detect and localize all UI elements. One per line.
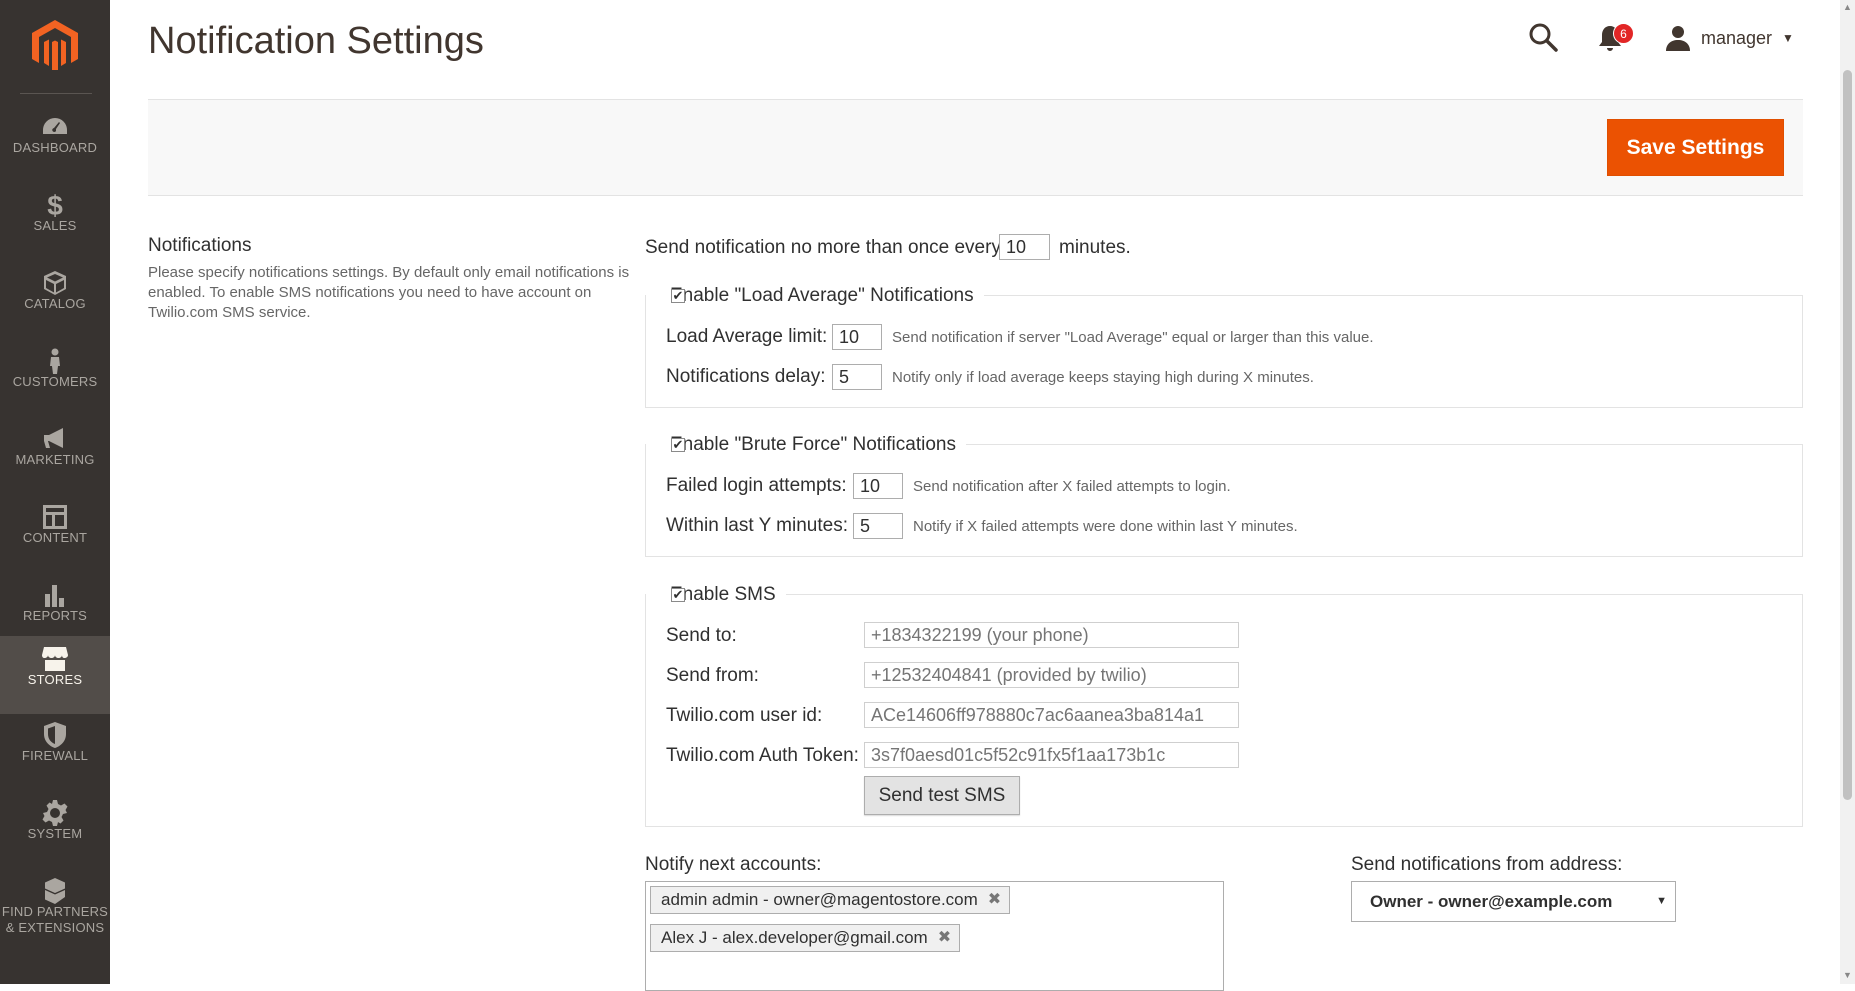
notify-accounts-label: Notify next accounts: xyxy=(645,854,822,875)
frequency-prefix: Send notification no more than once ever… xyxy=(645,237,1001,258)
within-minutes-label: Within last Y minutes: xyxy=(666,515,848,536)
section-description: Please specify notifications settings. B… xyxy=(148,264,630,321)
nav-content[interactable]: CONTENT xyxy=(0,494,110,572)
send-to-label: Send to: xyxy=(666,625,737,646)
nav-label: CATALOG xyxy=(24,296,86,311)
failed-attempts-help: Send notification after X failed attempt… xyxy=(913,478,1231,495)
bar-chart-icon xyxy=(0,572,110,607)
gear-icon xyxy=(0,790,110,826)
scroll-up-arrow-icon[interactable]: ▲ xyxy=(1843,2,1852,12)
nav-label: MARKETING xyxy=(15,452,95,467)
brute-force-fieldset xyxy=(645,444,1803,557)
nav-customers[interactable]: CUSTOMERS xyxy=(0,338,110,416)
megaphone-icon xyxy=(0,416,110,450)
sms-legend: Enable SMS xyxy=(646,583,786,607)
notifications-delay-input[interactable] xyxy=(832,364,882,390)
nav-system[interactable]: SYSTEM xyxy=(0,790,110,868)
nav-label: CONTENT xyxy=(22,530,88,545)
select-arrow-icon: ▼ xyxy=(1656,895,1667,907)
person-icon xyxy=(0,338,110,374)
within-minutes-help: Notify if X failed attempts were done wi… xyxy=(913,518,1298,535)
failed-attempts-input[interactable] xyxy=(853,473,903,499)
search-icon[interactable] xyxy=(1528,22,1558,52)
account-tag: admin admin - owner@magentostore.com ✖ xyxy=(650,886,1011,914)
from-address-value: Owner - owner@example.com xyxy=(1370,892,1613,911)
shield-icon xyxy=(0,712,110,748)
nav-sales[interactable]: $ SALES xyxy=(0,182,110,260)
twilio-token-input[interactable] xyxy=(864,742,1239,768)
scrollbar-thumb[interactable] xyxy=(1843,70,1852,800)
nav-stores[interactable]: STORES xyxy=(0,636,110,714)
scroll-down-arrow-icon[interactable]: ▼ xyxy=(1843,970,1852,980)
magento-logo-icon[interactable] xyxy=(32,20,78,70)
remove-tag-icon[interactable]: ✖ xyxy=(988,887,1001,913)
account-tag-label: Alex J - alex.developer@gmail.com xyxy=(661,928,928,947)
svg-text:$: $ xyxy=(47,192,63,218)
nav-label-line2: & EXTENSIONS xyxy=(5,920,105,935)
notifications-delay-label: Notifications delay: xyxy=(666,366,826,387)
notification-count-badge[interactable]: 6 xyxy=(1613,23,1634,44)
frequency-minutes-input[interactable] xyxy=(999,234,1050,260)
nav-label: CUSTOMERS xyxy=(12,374,98,389)
load-average-limit-label: Load Average limit: xyxy=(666,326,828,347)
send-from-input[interactable] xyxy=(864,662,1239,688)
account-tag: Alex J - alex.developer@gmail.com ✖ xyxy=(650,924,961,952)
dollar-icon: $ xyxy=(0,182,110,221)
nav-label: SALES xyxy=(33,218,77,233)
storefront-icon xyxy=(0,636,110,671)
sms-checkbox[interactable]: ✔ xyxy=(671,588,685,602)
user-menu[interactable]: manager ▼ xyxy=(1665,25,1794,51)
brute-force-legend-text: Enable "Brute Force" Notifications xyxy=(670,434,956,455)
nav-marketing[interactable]: MARKETING xyxy=(0,416,110,494)
nav-find-partners[interactable]: FIND PARTNERS & EXTENSIONS xyxy=(0,868,110,968)
twilio-user-id-input[interactable] xyxy=(864,702,1239,728)
nav-label: FIREWALL xyxy=(21,748,89,763)
admin-sidebar: DASHBOARD $ SALES CATALOG CUSTOMERS MARK… xyxy=(0,0,110,984)
failed-attempts-label: Failed login attempts: xyxy=(666,475,847,496)
page-title: Notification Settings xyxy=(148,20,484,62)
nav-label: SYSTEM xyxy=(27,826,83,841)
brute-force-legend: Enable "Brute Force" Notifications xyxy=(646,433,966,457)
nav-firewall[interactable]: FIREWALL xyxy=(0,712,110,790)
nav-catalog[interactable]: CATALOG xyxy=(0,260,110,338)
user-name: manager xyxy=(1701,27,1773,48)
user-icon xyxy=(1666,26,1690,51)
load-average-legend: Enable "Load Average" Notifications xyxy=(646,284,984,308)
cube-icon xyxy=(0,260,110,295)
load-average-legend-text: Enable "Load Average" Notifications xyxy=(670,285,974,306)
load-average-checkbox[interactable]: ✔ xyxy=(671,289,685,303)
load-average-limit-help: Send notification if server "Load Averag… xyxy=(892,329,1374,346)
dashboard-icon xyxy=(0,104,110,138)
page-actions-bar xyxy=(148,99,1803,196)
nav-label: FIND PARTNERS xyxy=(1,904,109,919)
notifications-delay-help: Notify only if load average keeps stayin… xyxy=(892,369,1314,386)
nav-label: DASHBOARD xyxy=(12,140,98,155)
load-average-fieldset xyxy=(645,295,1803,408)
load-average-limit-input[interactable] xyxy=(832,324,882,350)
within-minutes-input[interactable] xyxy=(853,513,903,539)
send-from-label: Send from: xyxy=(666,665,759,686)
send-test-sms-button[interactable]: Send test SMS xyxy=(864,776,1020,815)
layout-icon xyxy=(0,494,110,529)
boxes-icon xyxy=(0,868,110,904)
sms-legend-text: Enable SMS xyxy=(670,584,776,605)
remove-tag-icon[interactable]: ✖ xyxy=(938,925,951,951)
frequency-suffix: minutes. xyxy=(1059,237,1131,258)
from-address-select[interactable]: Owner - owner@example.com ▼ xyxy=(1351,881,1676,922)
chevron-down-icon: ▼ xyxy=(1782,31,1794,45)
notify-accounts-multiselect[interactable]: admin admin - owner@magentostore.com ✖ A… xyxy=(645,881,1224,991)
save-settings-button[interactable]: Save Settings xyxy=(1607,119,1784,176)
account-tag-label: admin admin - owner@magentostore.com xyxy=(661,890,978,909)
twilio-user-id-label: Twilio.com user id: xyxy=(666,705,823,726)
twilio-token-label: Twilio.com Auth Token: xyxy=(666,745,859,766)
send-to-input[interactable] xyxy=(864,622,1239,648)
section-title: Notifications xyxy=(148,235,252,256)
nav-label: REPORTS xyxy=(22,608,87,623)
from-address-label: Send notifications from address: xyxy=(1351,854,1623,875)
brute-force-checkbox[interactable]: ✔ xyxy=(671,438,685,452)
nav-dashboard[interactable]: DASHBOARD xyxy=(0,104,110,182)
logo-divider xyxy=(20,93,92,94)
nav-label: STORES xyxy=(27,672,83,687)
